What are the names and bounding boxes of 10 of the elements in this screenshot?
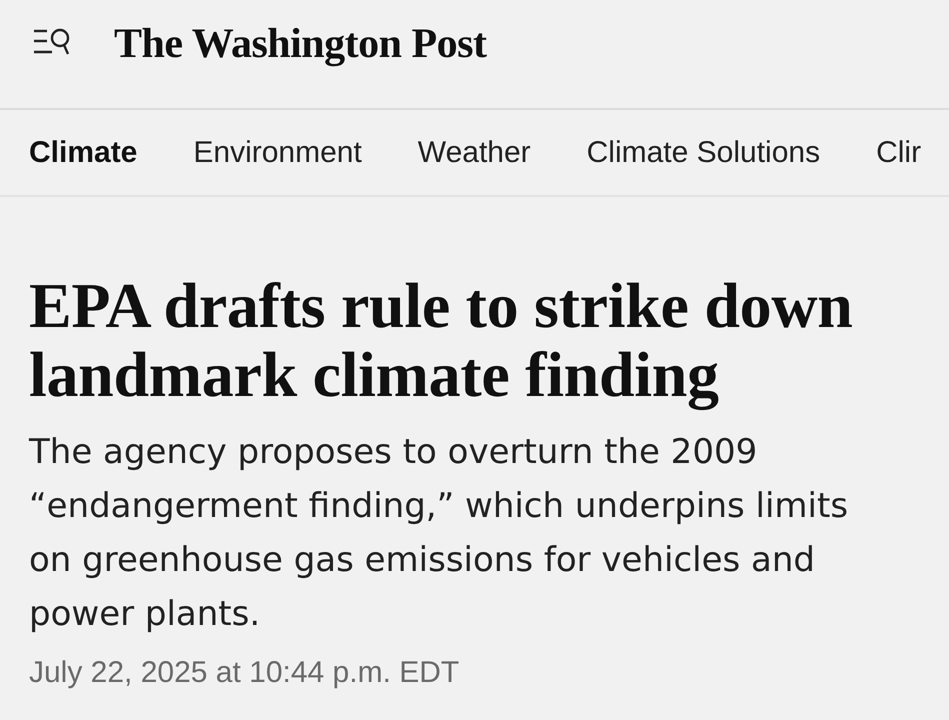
headline: EPA drafts rule to strike down landmark climate finding [29, 271, 854, 409]
logo-text[interactable]: The Washington Post [114, 20, 486, 68]
nav-tab[interactable]: Clir [876, 136, 922, 170]
nav-tab[interactable]: Climate Solutions [586, 136, 820, 170]
article-summary: The agency proposes to overturn the 2009 “endangerment finding,” which underpins limits on greenhouse gas emissions for vehicles and power plants. [29, 431, 850, 636]
timestamp: July 22, 2025 at 10:44 p.m. EDT [29, 655, 460, 691]
nav-tab[interactable]: Climate [29, 136, 138, 170]
nav-tab[interactable]: Weather [418, 136, 531, 170]
nav-tab[interactable]: Environment [193, 136, 362, 170]
menu-search-icon[interactable] [33, 26, 71, 56]
